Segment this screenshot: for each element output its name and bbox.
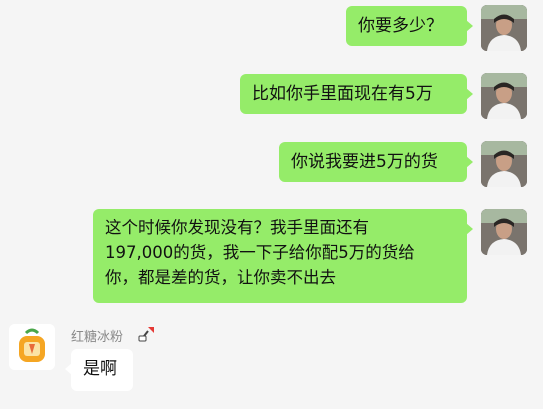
message-bubble-1[interactable]: 你要多少？ [346, 6, 473, 46]
message-bubble-3[interactable]: 你说我要进5万的货 [279, 142, 473, 182]
message-bubble-2[interactable]: 比如你手里面现在有5万 [240, 74, 473, 114]
avatar-self-4[interactable] [481, 209, 527, 255]
message-bubble-4[interactable]: 这个时候你发现没有？我手里面还有 197,000的货，我一下子给你配5万的货给 … [93, 209, 473, 303]
message-text-1: 你要多少？ [358, 16, 443, 36]
avatar-self-2[interactable] [481, 73, 527, 119]
avatar-self-1[interactable] [481, 5, 527, 51]
tag-badge-icon [137, 325, 157, 347]
avatar-self-3[interactable] [481, 141, 527, 187]
avatar-other[interactable] [9, 324, 55, 370]
message-text-2: 比如你手里面现在有5万 [252, 84, 433, 104]
message-text-4-line-2: 197,000的货，我一下子给你配5万的货给 [105, 243, 415, 262]
message-text-4-line-3: 你，都是差的货，让你卖不出去 [105, 268, 336, 287]
message-text-4-line-1: 这个时候你发现没有？我手里面还有 [105, 218, 369, 237]
message-bubble-5[interactable]: 是啊 [65, 349, 133, 391]
message-text-3: 你说我要进5万的货 [291, 152, 438, 172]
sender-name: 红糖冰粉 [71, 330, 124, 345]
message-text-5: 是啊 [83, 359, 117, 379]
